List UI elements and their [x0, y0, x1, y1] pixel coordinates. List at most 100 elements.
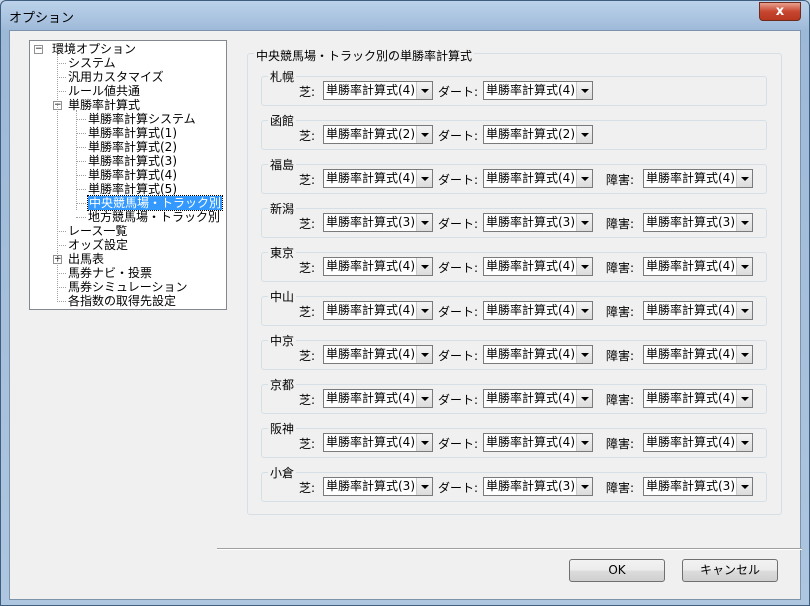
- chevron-down-icon[interactable]: [576, 126, 592, 143]
- select-value: 単勝率計算式(4): [326, 83, 415, 97]
- chevron-down-icon[interactable]: [416, 82, 432, 99]
- select-value: 単勝率計算式(4): [646, 303, 735, 317]
- chevron-down-icon[interactable]: [576, 390, 592, 407]
- tree-subitem[interactable]: 単勝率計算式(4): [88, 168, 177, 182]
- select-value: 単勝率計算式(2): [486, 127, 575, 141]
- turf-label: 芝:: [299, 173, 316, 187]
- dirt-formula-select[interactable]: 単勝率計算式(3): [483, 213, 593, 232]
- chevron-down-icon[interactable]: [736, 258, 752, 275]
- tree-connector: [57, 287, 66, 288]
- tree-item[interactable]: 馬券ナビ・投票: [68, 266, 152, 280]
- turf-formula-select[interactable]: 単勝率計算式(3): [323, 213, 433, 232]
- tree-subitem[interactable]: 地方競馬場・トラック別: [88, 210, 220, 224]
- select-value: 単勝率計算式(4): [326, 347, 415, 361]
- dirt-formula-select[interactable]: 単勝率計算式(4): [483, 301, 593, 320]
- jump-formula-select[interactable]: 単勝率計算式(4): [643, 433, 753, 452]
- options-tree[interactable]: 環境オプション − システム 汎用カスタマイズ ルール値共通 単勝率計算式 − 単勝率計算シス…: [29, 40, 227, 310]
- jump-formula-select[interactable]: 単勝率計算式(3): [643, 213, 753, 232]
- turf-formula-select[interactable]: 単勝率計算式(3): [323, 477, 433, 496]
- chevron-down-icon[interactable]: [736, 390, 752, 407]
- jump-formula-select[interactable]: 単勝率計算式(4): [643, 257, 753, 276]
- close-button[interactable]: x: [759, 2, 801, 21]
- dirt-label: ダート:: [438, 437, 479, 451]
- chevron-down-icon[interactable]: [576, 82, 592, 99]
- tree-item[interactable]: レース一覧: [68, 224, 127, 238]
- tree-item[interactable]: 単勝率計算式: [68, 98, 140, 112]
- select-value: 単勝率計算式(4): [326, 259, 415, 273]
- tree-connector: [57, 54, 58, 300]
- dirt-formula-select[interactable]: 単勝率計算式(2): [483, 125, 593, 144]
- cancel-button[interactable]: キャンセル: [682, 559, 778, 582]
- chevron-down-icon[interactable]: [416, 390, 432, 407]
- tree-subitem[interactable]: 単勝率計算式(2): [88, 140, 177, 154]
- chevron-down-icon[interactable]: [736, 434, 752, 451]
- tree-connector: [76, 203, 86, 204]
- chevron-down-icon[interactable]: [416, 214, 432, 231]
- dirt-formula-select[interactable]: 単勝率計算式(3): [483, 477, 593, 496]
- turf-formula-select[interactable]: 単勝率計算式(4): [323, 433, 433, 452]
- chevron-down-icon[interactable]: [416, 346, 432, 363]
- jump-formula-select[interactable]: 単勝率計算式(4): [643, 169, 753, 188]
- chevron-down-icon[interactable]: [736, 214, 752, 231]
- tree-root-options[interactable]: 環境オプション: [52, 42, 136, 56]
- tree-item[interactable]: 各指数の取得先設定: [68, 294, 176, 308]
- chevron-down-icon[interactable]: [576, 170, 592, 187]
- dirt-formula-select[interactable]: 単勝率計算式(4): [483, 257, 593, 276]
- tree-subitem[interactable]: 中央競馬場・トラック別: [86, 195, 224, 211]
- chevron-down-icon[interactable]: [576, 478, 592, 495]
- dirt-formula-select[interactable]: 単勝率計算式(4): [483, 81, 593, 100]
- turf-formula-select[interactable]: 単勝率計算式(4): [323, 345, 433, 364]
- jump-label: 障害:: [606, 261, 635, 275]
- turf-formula-select[interactable]: 単勝率計算式(4): [323, 169, 433, 188]
- turf-label: 芝:: [299, 349, 316, 363]
- turf-formula-select[interactable]: 単勝率計算式(4): [323, 301, 433, 320]
- chevron-down-icon[interactable]: [736, 346, 752, 363]
- collapse-icon[interactable]: −: [34, 45, 43, 54]
- track-name: 新潟: [268, 200, 297, 217]
- tree-subitem[interactable]: 単勝率計算式(5): [88, 182, 177, 196]
- turf-formula-select[interactable]: 単勝率計算式(4): [323, 257, 433, 276]
- chevron-down-icon[interactable]: [576, 302, 592, 319]
- tree-item[interactable]: 出馬表: [68, 252, 104, 266]
- jump-formula-select[interactable]: 単勝率計算式(4): [643, 389, 753, 408]
- chevron-down-icon[interactable]: [416, 258, 432, 275]
- tree-subitem[interactable]: 単勝率計算式(3): [88, 154, 177, 168]
- jump-formula-select[interactable]: 単勝率計算式(3): [643, 477, 753, 496]
- chevron-down-icon[interactable]: [576, 214, 592, 231]
- turf-label: 芝:: [299, 393, 316, 407]
- chevron-down-icon[interactable]: [736, 302, 752, 319]
- title-bar[interactable]: オプション x: [1, 1, 809, 29]
- dialog-client: 環境オプション − システム 汎用カスタマイズ ルール値共通 単勝率計算式 − 単勝率計算シス…: [9, 30, 802, 600]
- chevron-down-icon[interactable]: [416, 170, 432, 187]
- tree-item[interactable]: システム: [68, 56, 116, 70]
- turf-formula-select[interactable]: 単勝率計算式(4): [323, 389, 433, 408]
- dirt-formula-select[interactable]: 単勝率計算式(4): [483, 389, 593, 408]
- tree-connector: [57, 63, 66, 64]
- tree-subitem[interactable]: 単勝率計算システム: [88, 112, 196, 126]
- tree-item[interactable]: オッズ設定: [68, 238, 128, 252]
- chevron-down-icon[interactable]: [736, 478, 752, 495]
- jump-formula-select[interactable]: 単勝率計算式(4): [643, 345, 753, 364]
- chevron-down-icon[interactable]: [416, 434, 432, 451]
- ok-button[interactable]: OK: [569, 559, 665, 582]
- turf-formula-select[interactable]: 単勝率計算式(4): [323, 81, 433, 100]
- tree-item[interactable]: 汎用カスタマイズ: [68, 70, 164, 84]
- dirt-formula-select[interactable]: 単勝率計算式(4): [483, 433, 593, 452]
- tree-item[interactable]: ルール値共通: [68, 84, 140, 98]
- tree-subitem[interactable]: 単勝率計算式(1): [88, 126, 177, 140]
- chevron-down-icon[interactable]: [416, 302, 432, 319]
- turf-formula-select[interactable]: 単勝率計算式(2): [323, 125, 433, 144]
- tree-item[interactable]: 馬券シミュレーション: [68, 280, 188, 294]
- jump-formula-select[interactable]: 単勝率計算式(4): [643, 301, 753, 320]
- chevron-down-icon[interactable]: [576, 434, 592, 451]
- jump-label: 障害:: [606, 349, 635, 363]
- chevron-down-icon[interactable]: [576, 346, 592, 363]
- dirt-formula-select[interactable]: 単勝率計算式(4): [483, 169, 593, 188]
- chevron-down-icon[interactable]: [736, 170, 752, 187]
- tree-connector: [57, 273, 66, 274]
- select-value: 単勝率計算式(4): [326, 171, 415, 185]
- dirt-formula-select[interactable]: 単勝率計算式(4): [483, 345, 593, 364]
- chevron-down-icon[interactable]: [416, 126, 432, 143]
- chevron-down-icon[interactable]: [576, 258, 592, 275]
- chevron-down-icon[interactable]: [416, 478, 432, 495]
